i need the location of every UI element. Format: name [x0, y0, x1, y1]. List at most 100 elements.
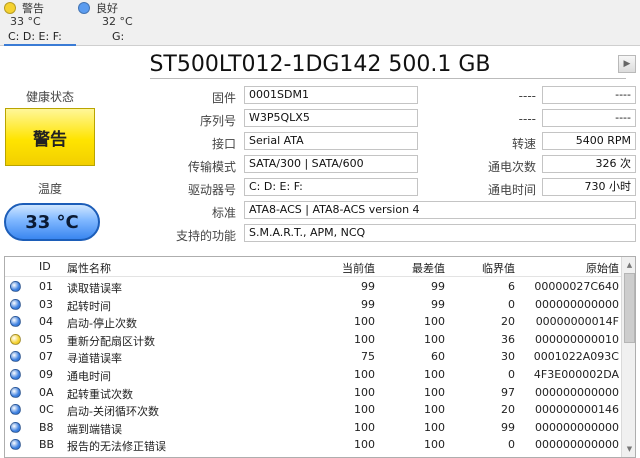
play-arrow-icon: ▶: [623, 59, 631, 69]
attribute-name: 启动-停止次数: [67, 317, 137, 331]
smart-attribute-table[interactable]: ID 属性名称 当前值 最差值 临界值 原始值 01 读取错误率 99 99 6 0000…: [4, 256, 636, 458]
table-row[interactable]: 0C 启动-关闭循环次数 100 100 20 000000000146: [5, 401, 621, 419]
raw-value: 000000000010: [535, 332, 619, 346]
smart-table-header: ID 属性名称 当前值 最差值 临界值 原始值: [5, 257, 621, 277]
current-value: 100: [354, 332, 375, 346]
attribute-status-icon: [10, 351, 21, 363]
raw-value: 000000000146: [535, 403, 619, 417]
column-header-worst[interactable]: 最差值: [375, 260, 445, 276]
attribute-id: 07: [39, 350, 53, 364]
disk-tab-2-header: 良好: [78, 1, 118, 15]
threshold-value: 97: [501, 385, 515, 399]
attribute-name: 寻道错误率: [67, 352, 122, 366]
info-right-value-1: ----: [542, 86, 636, 104]
table-scrollbar[interactable]: ▲ ▼: [621, 257, 635, 457]
attribute-name: 起转重试次数: [67, 387, 133, 401]
raw-value: 000000000000: [535, 420, 619, 434]
disk-tab-temperature: 32 °C: [102, 15, 133, 28]
table-row[interactable]: 0A 起转重试次数 100 100 97 000000000000: [5, 384, 621, 402]
attribute-status-icon: [10, 369, 21, 380]
threshold-value: 20: [501, 403, 515, 417]
current-value: 99: [361, 297, 375, 311]
attribute-id: 05: [39, 332, 53, 346]
worst-value: 60: [431, 350, 445, 364]
worst-value: 100: [424, 438, 445, 452]
current-value: 100: [354, 315, 375, 329]
table-row[interactable]: 07 寻道错误率 75 60 30 0001022A093C: [5, 348, 621, 366]
info-right-label-1: ----: [518, 89, 536, 103]
transfer-mode-label: 传输模式: [187, 160, 236, 174]
disk-tab-drives: G:: [112, 30, 125, 43]
column-header-raw[interactable]: 原始值: [515, 260, 619, 276]
rotation-rate-label: 转速: [511, 137, 536, 151]
disk-tab-drives: C: D: E: F:: [8, 30, 62, 43]
info-right-value-2: ----: [542, 109, 636, 127]
table-row[interactable]: 01 读取错误率 99 99 6 00000027C640: [5, 278, 621, 296]
scroll-up-icon[interactable]: ▲: [624, 259, 635, 271]
attribute-id: 0A: [39, 385, 54, 399]
serial-number-value: W3P5QLX5: [244, 109, 418, 127]
temperature-label: 温度: [37, 182, 62, 196]
threshold-value: 36: [501, 332, 515, 346]
current-value: 100: [354, 368, 375, 381]
current-value: 100: [354, 403, 375, 417]
table-row[interactable]: 09 通电时间 100 100 0 4F3E000002DA: [5, 366, 621, 384]
attribute-status-icon: [10, 439, 21, 451]
attribute-name: 通电时间: [67, 370, 111, 383]
attribute-id: 09: [39, 368, 53, 381]
power-on-hours-value: 730 小时: [542, 178, 636, 196]
column-header-threshold[interactable]: 临界值: [445, 260, 515, 276]
attribute-name: 端到端错误: [67, 422, 122, 436]
raw-value: 00000027C640: [534, 280, 619, 293]
table-row[interactable]: 03 起转时间 99 99 0 000000000000: [5, 296, 621, 314]
raw-value: 4F3E000002DA: [533, 368, 619, 381]
worst-value: 100: [424, 315, 445, 329]
attribute-name: 读取错误率: [67, 282, 122, 295]
threshold-value: 20: [501, 315, 515, 329]
attribute-status-icon: [10, 298, 21, 310]
attribute-id: 04: [39, 315, 53, 329]
table-row[interactable]: 04 启动-停止次数 100 100 20 00000000014F: [5, 313, 621, 331]
disk-tab-bar: 警告 33 °C C: D: E: F: 良好 32 °C G:: [0, 0, 640, 46]
worst-value: 100: [424, 403, 445, 417]
attribute-id: 01: [39, 280, 53, 293]
threshold-value: 99: [501, 420, 515, 434]
raw-value: 0001022A093C: [533, 350, 619, 364]
threshold-value: 0: [508, 438, 515, 452]
threshold-value: 0: [508, 297, 515, 311]
status-dot-icon: [4, 2, 16, 14]
attribute-status-icon: [10, 386, 21, 398]
raw-value: 000000000000: [535, 385, 619, 399]
table-row[interactable]: BB 报告的无法修正错误 100 100 0 000000000000: [5, 436, 621, 454]
next-disk-button[interactable]: ▶: [618, 55, 636, 73]
attribute-status-icon: [10, 421, 21, 433]
health-status-badge[interactable]: 警告: [5, 108, 95, 166]
attribute-id: BB: [39, 438, 55, 452]
disk-tab-status: 警告: [22, 2, 44, 15]
interface-label: 接口: [211, 137, 236, 151]
power-on-count-value: 326 次: [542, 155, 636, 173]
power-on-hours-label: 通电时间: [487, 183, 536, 197]
status-dot-icon: [78, 2, 90, 14]
standard-value: ATA8-ACS | ATA8-ACS version 4: [244, 201, 636, 219]
rotation-rate-value: 5400 RPM: [542, 132, 636, 150]
disk-tab-1-header: 警告: [4, 1, 44, 15]
column-header-id[interactable]: ID: [39, 260, 51, 273]
column-header-name[interactable]: 属性名称: [67, 260, 111, 276]
current-value: 99: [361, 280, 375, 293]
disk-tab-2[interactable]: 良好 32 °C G:: [78, 0, 148, 46]
attribute-status-icon: [10, 281, 21, 292]
table-row[interactable]: 05 重新分配扇区计数 100 100 36 000000000010: [5, 331, 621, 349]
threshold-value: 30: [501, 350, 515, 364]
raw-value: 000000000000: [535, 297, 619, 311]
worst-value: 100: [424, 420, 445, 434]
worst-value: 99: [431, 280, 445, 293]
column-header-current[interactable]: 当前值: [305, 260, 375, 276]
scroll-thumb[interactable]: [624, 273, 635, 343]
table-row[interactable]: B8 端到端错误 100 100 99 000000000000: [5, 419, 621, 437]
disk-tab-status: 良好: [96, 2, 118, 15]
raw-value: 000000000000: [535, 438, 619, 452]
disk-tab-1[interactable]: 警告 33 °C C: D: E: F:: [4, 0, 76, 46]
scroll-down-icon[interactable]: ▼: [624, 443, 635, 455]
temperature-badge[interactable]: 33 °C: [4, 203, 100, 241]
